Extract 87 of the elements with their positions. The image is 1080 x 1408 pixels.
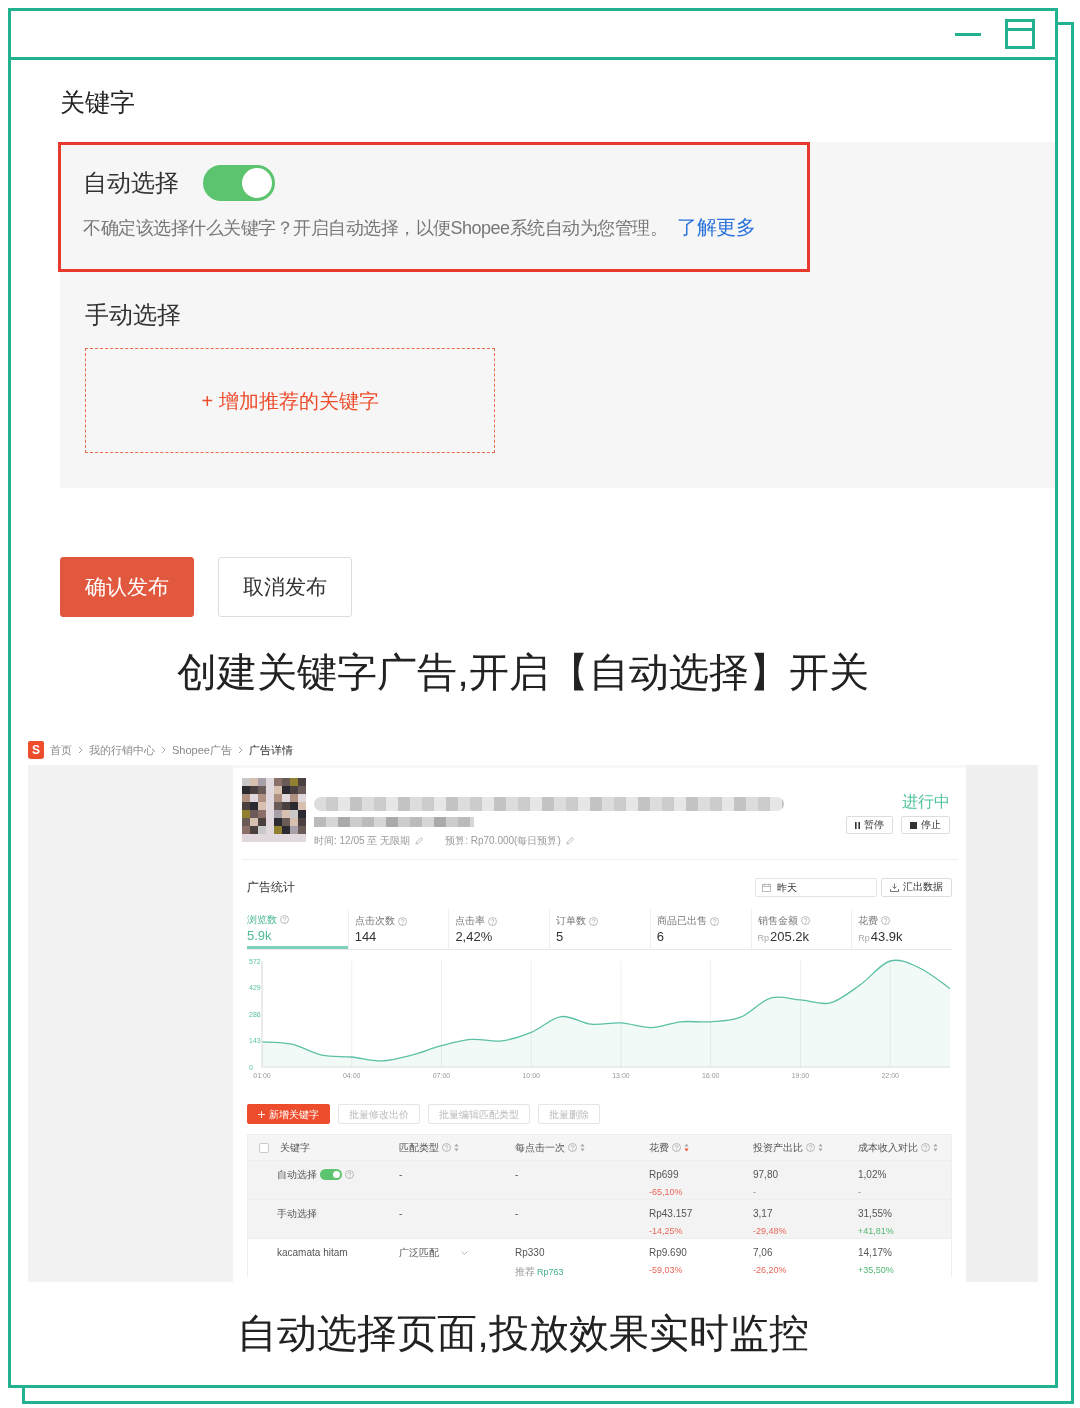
breadcrumb-link[interactable]: Shopee广告 (172, 741, 232, 759)
help-icon (397, 916, 407, 926)
keyword-text: 手动选择 (277, 1207, 317, 1221)
change-text: -14,25% (649, 1225, 683, 1237)
date-text: 昨天 (777, 880, 797, 895)
cell-text: 广泛匹配 (399, 1246, 439, 1260)
caption: 创建关键字广告,开启【自动选择】开关 (176, 649, 870, 696)
keyword-text: 自动选择 (277, 1168, 317, 1182)
column-header[interactable]: 每点击一次 (515, 1140, 565, 1155)
recommended-bid: Rp763 (537, 1265, 564, 1278)
calendar-icon (762, 882, 771, 892)
checkbox[interactable] (259, 1142, 269, 1153)
learn-more-link[interactable]: 了解更多 (677, 216, 756, 238)
metric-tab[interactable]: 订单数 5 (549, 909, 650, 949)
caption: 自动选择页面,投放效果实时监控 (236, 1310, 810, 1357)
column-header[interactable]: 投资产出比 (753, 1140, 803, 1155)
stop-icon (910, 821, 917, 829)
shop-logo: S (28, 741, 44, 759)
plus-icon (258, 1110, 265, 1118)
change-text: -59,03% (649, 1264, 683, 1276)
chevron-icon (237, 746, 243, 754)
cell-text: 7,06 (753, 1246, 773, 1260)
change-text: -65,10% (649, 1186, 683, 1198)
metric-tab[interactable]: 点击率 2,42% (448, 909, 550, 949)
chevron-icon (78, 746, 83, 754)
edit-icon (415, 836, 425, 845)
pause-icon (855, 821, 860, 829)
column-header[interactable]: 花费 (649, 1140, 669, 1155)
cell-text: Rp43.157 (649, 1207, 693, 1221)
status-text: 进行中 (902, 792, 950, 812)
help-icon (800, 916, 810, 925)
breadcrumb-link[interactable]: 我的行销中心 (89, 741, 155, 759)
column-header[interactable]: 成本收入对比 (858, 1140, 918, 1155)
stop-button[interactable]: 停止 (901, 816, 950, 834)
option-label: 手动选择 (85, 300, 182, 330)
minimize-icon (955, 32, 981, 36)
cell-text: 1,02% (858, 1168, 887, 1182)
change-text: - (753, 1186, 756, 1198)
metric-tab[interactable]: 点击次数 144 (347, 909, 449, 949)
help-icon (589, 916, 599, 926)
help-icon (881, 916, 891, 925)
chevron-icon (161, 746, 166, 754)
column-header[interactable]: 关键字 (280, 1140, 310, 1155)
description-text: 不确定该选择什么关键字？开启自动选择，以便Shopee系统自动为您管理。 了解更多 (83, 215, 757, 240)
change-text: - (858, 1186, 861, 1198)
cancel-button[interactable]: 取消发布 (218, 557, 352, 617)
pause-button[interactable]: 暂停 (846, 816, 893, 834)
window-icon (1005, 19, 1035, 49)
section-title: 关键字 (60, 87, 136, 118)
budget-text: 预算: Rp70.000(每日预算) (445, 834, 561, 848)
cell-text: 31,55% (858, 1207, 892, 1221)
change-text: -29,48% (753, 1225, 787, 1237)
edit-icon (565, 836, 575, 845)
metric-tab[interactable]: 商品已出售 6 (649, 909, 751, 949)
help-icon (709, 916, 719, 926)
date-picker[interactable]: 昨天 (755, 877, 877, 897)
cell-text: Rp699 (649, 1168, 679, 1182)
column-header[interactable]: 匹配类型 (399, 1140, 439, 1155)
cell-text: 14,17% (858, 1246, 892, 1260)
cell-text: Rp9.690 (649, 1246, 687, 1260)
toggle-switch[interactable] (320, 1169, 342, 1180)
add-keyword-button[interactable]: 新增关键字 (247, 1104, 330, 1124)
metric-tab[interactable]: 花费 Rp43.9k (851, 909, 952, 949)
cell-text: Rp330 (515, 1246, 545, 1260)
breadcrumb-link[interactable]: 广告详情 (248, 741, 293, 759)
keyword-text: kacamata hitam (277, 1246, 348, 1260)
hint-label: 推荐 (515, 1265, 535, 1279)
cell-text: - (515, 1207, 519, 1221)
cell-text: - (399, 1168, 403, 1182)
breadcrumb-link[interactable]: 首页 (50, 741, 72, 759)
cell-text: - (399, 1207, 403, 1221)
toggle-switch[interactable] (203, 165, 275, 201)
download-icon (890, 882, 899, 892)
option-label: 自动选择 (83, 168, 179, 198)
export-button[interactable]: 汇出数据 (881, 877, 952, 897)
help-icon (280, 915, 289, 924)
cell-text: - (515, 1168, 519, 1182)
help-icon (488, 916, 498, 926)
change-text: -26,20% (753, 1264, 787, 1276)
metric-tab[interactable]: 销售金额 Rp205.2k (750, 909, 852, 949)
cell-text: 3,17 (753, 1207, 773, 1221)
section-title: 广告统计 (247, 879, 295, 896)
time-text: 时间: 12/05 至 无限期 (314, 834, 411, 848)
change-text: +35,50% (858, 1264, 894, 1276)
confirm-button[interactable]: 确认发布 (60, 557, 194, 617)
cell-text: 97,80 (753, 1168, 779, 1182)
change-text: +41,81% (858, 1225, 894, 1237)
